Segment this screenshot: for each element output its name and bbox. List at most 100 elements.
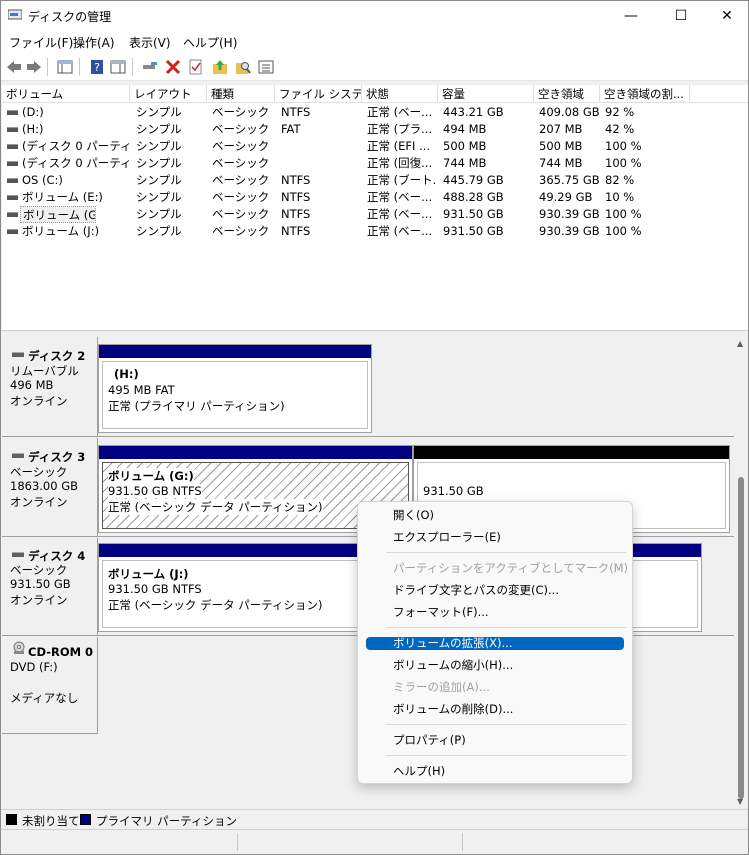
toolbar-separator	[79, 58, 80, 76]
properties-pane-icon[interactable]	[109, 58, 127, 76]
cell-free-percent: 100 %	[605, 224, 642, 238]
toolbar-separator	[47, 58, 48, 76]
vertical-scrollbar[interactable]: ▲ ▼	[734, 337, 748, 809]
forward-arrow-icon[interactable]	[25, 58, 43, 76]
column-header-filesystem[interactable]: ファイル システム	[275, 85, 362, 103]
cell-status: 正常 (回復...	[367, 156, 433, 170]
disk-info-disk-3[interactable]: ディスク 3 ベーシック 1863.00 GB オンライン	[2, 438, 98, 537]
cell-type: ベーシック	[212, 190, 270, 204]
status-bar	[1, 829, 748, 854]
delete-icon[interactable]	[164, 58, 182, 76]
column-header-capacity[interactable]: 容量	[438, 85, 534, 103]
legend-unallocated: 未割り当て	[22, 814, 80, 828]
volume-icon	[7, 161, 18, 166]
disk-info-cdrom-0[interactable]: CD-ROM 0 DVD (F:) メディアなし	[2, 637, 98, 734]
menu-item-properties[interactable]: プロパティ(P)	[366, 730, 624, 750]
cell-status: 正常 (EFI ...	[367, 139, 431, 153]
column-header-type[interactable]: 種類	[207, 85, 275, 103]
cell-volume: ボリューム (E:)	[22, 190, 103, 204]
menu-help[interactable]: ヘルプ(H)	[183, 34, 237, 51]
help-icon[interactable]: ?	[88, 58, 106, 76]
connect-icon[interactable]	[141, 58, 159, 76]
cell-type: ベーシック	[212, 139, 270, 153]
column-header-layout[interactable]: レイアウト	[130, 85, 207, 103]
menu-item-mark-active[interactable]: パーティションをアクティブとしてマーク(M)	[366, 558, 628, 578]
volume-icon	[7, 144, 18, 149]
disk-size: 931.50 GB	[10, 577, 71, 591]
maximize-button[interactable]: ☐	[658, 1, 704, 31]
cell-layout: シンプル	[136, 156, 182, 170]
toolbar-separator	[132, 58, 133, 76]
cell-volume: ボリューム (G:)	[20, 206, 96, 223]
column-header-free-percent[interactable]: 空き領域の割...	[600, 85, 690, 103]
pane-splitter[interactable]	[1, 330, 748, 336]
disk-management-app-icon	[8, 9, 22, 20]
cell-layout: シンプル	[136, 139, 182, 153]
cell-status: 正常 (プラ...	[367, 122, 433, 136]
table-row[interactable]: (ディスク 0 パーティシ... シンプル ベーシック 正常 (回復... 74…	[2, 155, 748, 172]
table-row[interactable]: ボリューム (J:) シンプル ベーシック NTFS 正常 (ベー... 931…	[2, 223, 748, 240]
cell-capacity: 488.28 GB	[443, 190, 504, 204]
column-header-status[interactable]: 状態	[362, 85, 438, 103]
toolbar: ?	[1, 53, 748, 81]
minimize-button[interactable]: —	[608, 1, 654, 31]
cell-type: ベーシック	[212, 224, 270, 238]
table-row[interactable]: (ディスク 0 パーティシ... シンプル ベーシック 正常 (EFI ... …	[2, 138, 748, 155]
cell-filesystem: NTFS	[281, 105, 311, 119]
cell-status: 正常 (ベー...	[367, 207, 433, 221]
menu-item-help[interactable]: ヘルプ(H)	[366, 761, 624, 781]
menu-item-explorer[interactable]: エクスプローラー(E)	[366, 527, 624, 547]
primary-partition-bar	[99, 446, 412, 459]
cell-status: 正常 (ベー...	[367, 224, 433, 238]
column-header-volume[interactable]: ボリューム	[2, 85, 130, 103]
console-tree-icon[interactable]	[56, 58, 74, 76]
cell-free-percent: 82 %	[605, 173, 635, 187]
menu-item-open[interactable]: 開く(O)	[366, 505, 624, 525]
cell-status: 正常 (ブート...	[367, 173, 437, 187]
menu-view[interactable]: 表示(V)	[129, 34, 171, 51]
cell-layout: シンプル	[136, 173, 182, 187]
cell-volume: (ディスク 0 パーティシ...	[22, 156, 130, 170]
find-icon[interactable]	[234, 58, 252, 76]
cell-status: 正常 (ベー...	[367, 105, 433, 119]
menu-item-shrink-volume[interactable]: ボリュームの縮小(H)...	[366, 655, 624, 675]
cell-free-space: 930.39 GB	[539, 207, 600, 221]
cell-free-space: 49.29 GB	[539, 190, 593, 204]
cell-free-space: 409.08 GB	[539, 105, 600, 119]
menu-item-extend-volume[interactable]: ボリュームの拡張(X)...	[366, 637, 624, 650]
disk-info-disk-4[interactable]: ディスク 4 ベーシック 931.50 GB オンライン	[2, 538, 98, 636]
menu-item-delete-volume[interactable]: ボリュームの削除(D)...	[366, 699, 624, 719]
back-arrow-icon[interactable]	[5, 58, 23, 76]
cell-filesystem: NTFS	[281, 173, 311, 187]
scroll-up-icon[interactable]: ▲	[737, 339, 743, 348]
check-icon[interactable]	[187, 58, 205, 76]
table-row[interactable]: (D:) シンプル ベーシック NTFS 正常 (ベー... 443.21 GB…	[2, 104, 748, 121]
list-view-icon[interactable]	[257, 58, 275, 76]
disk-type: DVD (F:)	[10, 660, 58, 674]
cell-capacity: 445.79 GB	[443, 173, 504, 187]
table-row[interactable]: ボリューム (E:) シンプル ベーシック NTFS 正常 (ベー... 488…	[2, 189, 748, 206]
table-row-selected[interactable]: ボリューム (G:) シンプル ベーシック NTFS 正常 (ベー... 931…	[2, 206, 748, 223]
cell-filesystem: NTFS	[281, 224, 311, 238]
menu-item-add-mirror[interactable]: ミラーの追加(A)...	[366, 677, 624, 697]
menu-file[interactable]: ファイル(F)	[9, 34, 73, 51]
column-header-free-space[interactable]: 空き領域	[534, 85, 600, 103]
partition-state: 正常 (ベーシック データ パーティション)	[108, 598, 323, 612]
cell-type: ベーシック	[212, 122, 270, 136]
menu-item-format[interactable]: フォーマット(F)...	[366, 602, 624, 622]
menu-item-change-drive-letter[interactable]: ドライブ文字とパスの変更(C)...	[366, 580, 624, 600]
cell-free-percent: 100 %	[605, 139, 642, 153]
scroll-thumb[interactable]	[738, 477, 744, 799]
up-level-icon[interactable]	[211, 58, 229, 76]
context-menu: 開く(O) エクスプローラー(E) パーティションをアクティブとしてマーク(M)…	[357, 501, 633, 784]
scroll-down-icon[interactable]: ▼	[737, 797, 743, 806]
close-button[interactable]: ✕	[704, 1, 748, 31]
table-row[interactable]: OS (C:) シンプル ベーシック NTFS 正常 (ブート... 445.7…	[2, 172, 748, 189]
disk-info-disk-2[interactable]: ディスク 2 リムーバブル 496 MB オンライン	[2, 337, 98, 437]
menu-action[interactable]: 操作(A)	[73, 34, 115, 51]
status-divider	[462, 833, 463, 851]
svg-text:?: ?	[94, 61, 100, 74]
partition-h[interactable]: (H:) 495 MB FAT 正常 (プライマリ パーティション)	[98, 344, 372, 433]
cell-filesystem: NTFS	[281, 190, 311, 204]
table-row[interactable]: (H:) シンプル ベーシック FAT 正常 (プラ... 494 MB 207…	[2, 121, 748, 138]
